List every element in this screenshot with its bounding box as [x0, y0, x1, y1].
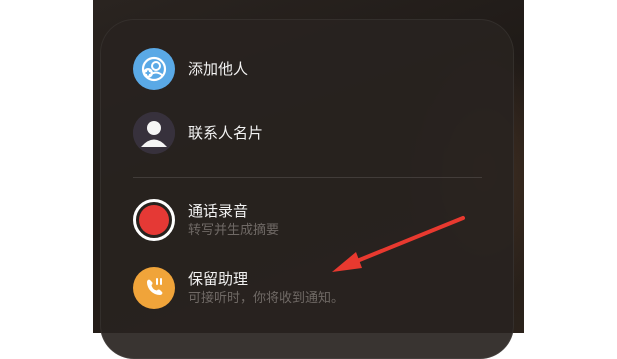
menu-item-label: 添加他人 [188, 60, 249, 78]
menu-item-sublabel: 可接听时，你将收到通知。 [188, 290, 345, 306]
menu-item-call-recording[interactable]: 通话录音 转写并生成摘要 [133, 199, 279, 241]
menu-item-label: 保留助理 [188, 269, 249, 288]
menu-item-label: 联系人名片 [188, 124, 264, 142]
menu-item-contact-card[interactable]: 联系人名片 [133, 112, 263, 154]
contact-card-icon [133, 112, 175, 154]
menu-item-add-person[interactable]: 添加他人 [133, 48, 248, 90]
menu-item-sublabel: 转写并生成摘要 [188, 222, 280, 238]
hold-assist-icon [133, 267, 175, 309]
record-icon [133, 199, 175, 241]
menu-divider [133, 177, 482, 178]
menu-item-label: 通话录音 [188, 201, 249, 220]
add-person-icon [133, 48, 175, 90]
menu-item-hold-assist[interactable]: 保留助理 可接听时，你将收到通知。 [133, 267, 344, 309]
